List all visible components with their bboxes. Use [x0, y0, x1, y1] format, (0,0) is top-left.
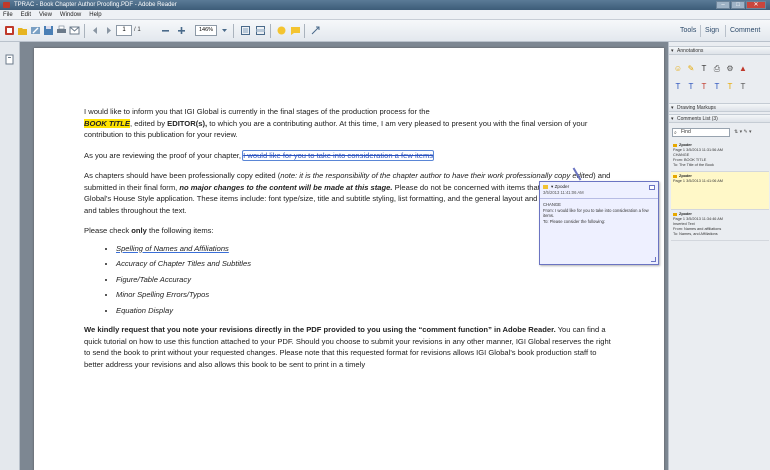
zoom-in-icon[interactable] [176, 25, 187, 36]
paragraph-intro: I would like to inform you that IGI Glob… [84, 107, 588, 139]
popup-body[interactable]: CHANGE From: I would like for you to tak… [540, 199, 658, 227]
comment-list-options-icon[interactable]: ⇅ ▾ ✎ ▾ [734, 128, 752, 137]
document-text: I would like to inform you that IGI Glob… [84, 106, 614, 379]
toolbar-separator [304, 24, 305, 38]
list-item: Figure/Table Accuracy [116, 274, 614, 286]
paragraph-review: As you are reviewing the proof of your c… [84, 149, 435, 161]
edit-icon[interactable] [30, 25, 41, 36]
save-icon[interactable] [43, 25, 54, 36]
expand-icon[interactable] [310, 25, 321, 36]
window-controls: – □ ✕ [716, 1, 766, 9]
minimize-button[interactable]: – [716, 1, 730, 9]
menu-window[interactable]: Window [60, 10, 81, 19]
zoom-level-select[interactable]: 146% [195, 25, 217, 36]
paragraph-request: We kindly request that you note your rev… [84, 325, 611, 369]
page-thumbnails-icon[interactable] [5, 52, 15, 65]
highlight-text-tool-icon[interactable]: T [725, 82, 735, 92]
email-icon[interactable] [69, 25, 80, 36]
strikethrough-tool-icon[interactable]: T [699, 82, 709, 92]
paragraph-check: Please check only the following items: [84, 226, 214, 235]
next-page-icon[interactable] [103, 25, 114, 36]
annotations-section-header[interactable]: Annotations [669, 46, 770, 55]
comment-popup[interactable]: ▾ Zpoder 3/5/2013 11:41:06 AM CHANGE Fro… [539, 181, 659, 265]
popup-header: ▾ Zpoder 3/5/2013 11:41:06 AM [540, 182, 658, 199]
highlight-tool-icon[interactable]: ✎ [686, 64, 696, 74]
comments-list-section-header[interactable]: Comments List (3) [669, 114, 770, 123]
highlighted-book-title[interactable]: BOOK TITLE [84, 118, 130, 128]
comment-find-input[interactable]: ⌕ Find [672, 128, 730, 137]
comment-item[interactable]: Zpoder Page 1 3/5/2013 11:31:56 AM CHANG… [671, 141, 769, 172]
annotation-tools: ☺ ✎ T ⎙ ⚙ ▲ [673, 64, 769, 74]
menu-edit[interactable]: Edit [21, 10, 31, 19]
record-audio-tool-icon[interactable]: ▲ [738, 64, 748, 74]
print-icon[interactable] [56, 25, 67, 36]
comment-find-row: ⌕ Find ⇅ ▾ ✎ ▾ [672, 128, 768, 137]
menu-file[interactable]: File [3, 10, 13, 19]
search-icon: ⌕ [674, 130, 677, 136]
note-icon [543, 185, 548, 189]
maximize-button[interactable]: □ [731, 1, 745, 9]
drawing-markups-section-header[interactable]: Drawing Markups [669, 103, 770, 112]
fit-page-icon[interactable] [240, 25, 251, 36]
underline-tool-icon[interactable]: T [712, 82, 722, 92]
toolbar-separator [84, 24, 85, 38]
toolbar-separator [233, 24, 234, 38]
zoom-out-icon[interactable] [160, 25, 171, 36]
main-toolbar: 1 / 1 146% Tools Sign Comment [0, 20, 770, 42]
tab-sign[interactable]: Sign [700, 25, 723, 37]
stamp-tool-icon[interactable]: ⎙ [712, 64, 722, 74]
list-item: Minor Spelling Errors/Typos [116, 289, 614, 301]
navigation-pane [0, 42, 20, 470]
paragraph-copyedit: As chapters should have been professiona… [84, 171, 611, 215]
text-tool-icon[interactable]: T [699, 64, 709, 74]
window-title: TPRAC - Book Chapter Author Proofing.PDF… [14, 2, 177, 8]
adobe-reader-icon [3, 2, 10, 8]
tab-tools[interactable]: Tools [676, 25, 700, 37]
list-item: Equation Display [116, 305, 614, 317]
toolbar-separator [270, 24, 271, 38]
fit-width-icon[interactable] [255, 25, 266, 36]
sticky-note-tool-icon[interactable]: ☺ [673, 64, 683, 74]
page-count: / 1 [134, 27, 141, 33]
comment-item-selected[interactable]: Zpoder Page 1 3/5/2013 11:41:06 AM [671, 172, 769, 210]
add-text-tool-icon[interactable]: T [738, 82, 748, 92]
title-bar: TPRAC - Book Chapter Author Proofing.PDF… [0, 0, 770, 10]
strikethrough-annotation[interactable]: I would like for you to take into consid… [242, 149, 435, 161]
close-button[interactable]: ✕ [746, 1, 766, 9]
open-folder-icon[interactable] [17, 25, 28, 36]
sticky-note-icon[interactable] [290, 25, 301, 36]
highlight-tool-icon[interactable] [276, 25, 287, 36]
menu-view[interactable]: View [39, 10, 52, 19]
resize-grip-icon[interactable] [651, 257, 656, 262]
popup-close-icon[interactable] [649, 185, 655, 190]
tab-comment[interactable]: Comment [725, 25, 764, 37]
comment-item[interactable]: Zpoder Page 1 3/5/2013 11:34:46 AM Inser… [671, 210, 769, 241]
previous-page-icon[interactable] [90, 25, 101, 36]
attach-tool-icon[interactable]: ⚙ [725, 64, 735, 74]
comments-list: Zpoder Page 1 3/5/2013 11:31:56 AM CHANG… [671, 141, 769, 241]
zoom-dropdown-icon[interactable] [219, 25, 230, 36]
create-pdf-icon[interactable] [4, 25, 15, 36]
menu-help[interactable]: Help [89, 10, 101, 19]
replace-text-tool-icon[interactable]: T [686, 82, 696, 92]
popup-date: 3/5/2013 11:41:06 AM [543, 190, 584, 195]
menu-bar: File Edit View Window Help [0, 10, 770, 20]
page-number-input[interactable]: 1 [116, 25, 132, 36]
comment-pane: Annotations ☺ ✎ T ⎙ ⚙ ▲ T T T T T T Draw… [668, 42, 770, 470]
insert-text-tool-icon[interactable]: T [673, 82, 683, 92]
text-markup-tools: T T T T T T [673, 82, 769, 92]
